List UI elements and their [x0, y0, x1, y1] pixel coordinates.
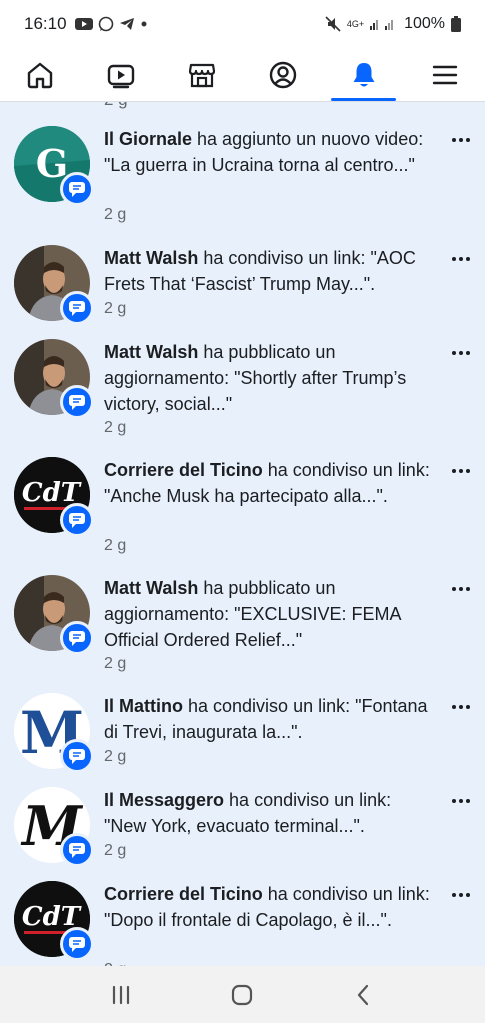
system-navigation-bar: [0, 966, 485, 1023]
message-badge-icon: [60, 385, 94, 419]
message-badge-icon: [60, 833, 94, 867]
tab-home[interactable]: [0, 48, 81, 101]
tab-profile[interactable]: [242, 48, 323, 101]
bell-icon: [353, 62, 375, 86]
whatsapp-icon: [98, 16, 113, 32]
notifications-feed[interactable]: 2 g G Il Giornale ha aggiunto un nuovo v…: [0, 102, 485, 966]
notification-text: Corriere del Ticino ha condiviso un link…: [104, 460, 430, 506]
video-icon: [108, 64, 135, 88]
message-badge-icon: [60, 621, 94, 655]
signal-icon: [370, 20, 394, 30]
tab-video[interactable]: [81, 48, 162, 101]
status-time: 16:10: [24, 14, 67, 33]
app-nav-bar: [0, 48, 485, 102]
avatar: [14, 575, 94, 655]
more-options-button[interactable]: [448, 697, 474, 717]
notification-time: 2 g: [104, 537, 127, 554]
notification-time: 2 g: [104, 419, 127, 436]
avatar: G: [14, 126, 94, 206]
avatar: CdT: [14, 881, 94, 961]
marketplace-icon: [188, 63, 216, 87]
profile-icon: [269, 61, 297, 88]
battery-icon: [451, 16, 461, 32]
recent-apps-icon[interactable]: [108, 982, 134, 1008]
youtube-icon: [74, 18, 93, 30]
battery-percent: 100%: [404, 15, 445, 32]
notification-time: 2 g: [104, 206, 127, 223]
status-bar: 16:10 4G+ 100%: [0, 0, 485, 48]
status-notification-icons: [74, 16, 148, 32]
avatar: M: [14, 693, 94, 773]
message-badge-icon: [60, 172, 94, 206]
back-icon[interactable]: [351, 982, 377, 1008]
more-options-button[interactable]: [448, 791, 474, 811]
more-options-button[interactable]: [448, 461, 474, 481]
notification-text: Matt Walsh ha pubblicato un aggiornament…: [104, 342, 407, 414]
dot-icon: [141, 21, 147, 27]
tab-notifications[interactable]: [323, 48, 404, 101]
tab-marketplace[interactable]: [162, 48, 243, 101]
more-options-button[interactable]: [448, 249, 474, 269]
tab-menu[interactable]: [404, 48, 485, 101]
notification-text: Il Mattino ha condiviso un link: "Fontan…: [104, 696, 428, 742]
more-options-button[interactable]: [448, 885, 474, 905]
message-badge-icon: [60, 291, 94, 325]
notification-text: Il Giornale ha aggiunto un nuovo video: …: [104, 129, 424, 175]
network-type: 4G+: [346, 18, 365, 29]
avatar: CdT: [14, 457, 94, 537]
notification-time: 2 g: [104, 655, 127, 672]
more-options-button[interactable]: [448, 579, 474, 599]
mute-icon: [325, 16, 341, 32]
notification-text: Corriere del Ticino ha condiviso un link…: [104, 884, 430, 930]
message-badge-icon: [60, 739, 94, 773]
avatar: [14, 245, 94, 325]
message-badge-icon: [60, 503, 94, 537]
notification-text: Matt Walsh ha condiviso un link: "AOC Fr…: [104, 248, 416, 294]
telegram-icon: [119, 18, 134, 30]
message-badge-icon: [60, 927, 94, 961]
avatar: [14, 339, 94, 419]
status-system-icons: 4G+ 100%: [325, 15, 461, 33]
notification-text: Il Messaggero ha condiviso un link: "New…: [104, 790, 392, 836]
avatar: M: [14, 787, 94, 867]
notification-text: Matt Walsh ha pubblicato un aggiornament…: [104, 578, 401, 650]
notification-time: 2 g: [104, 748, 127, 765]
home-button-icon[interactable]: [229, 982, 255, 1008]
notification-time: 2 g: [104, 300, 127, 317]
notification-time: 2 g: [104, 842, 127, 859]
clipped-notification-time: 2 g: [104, 102, 128, 110]
home-icon: [28, 62, 53, 88]
more-options-button[interactable]: [448, 130, 474, 150]
more-options-button[interactable]: [448, 343, 474, 363]
hamburger-menu-icon: [432, 65, 457, 84]
